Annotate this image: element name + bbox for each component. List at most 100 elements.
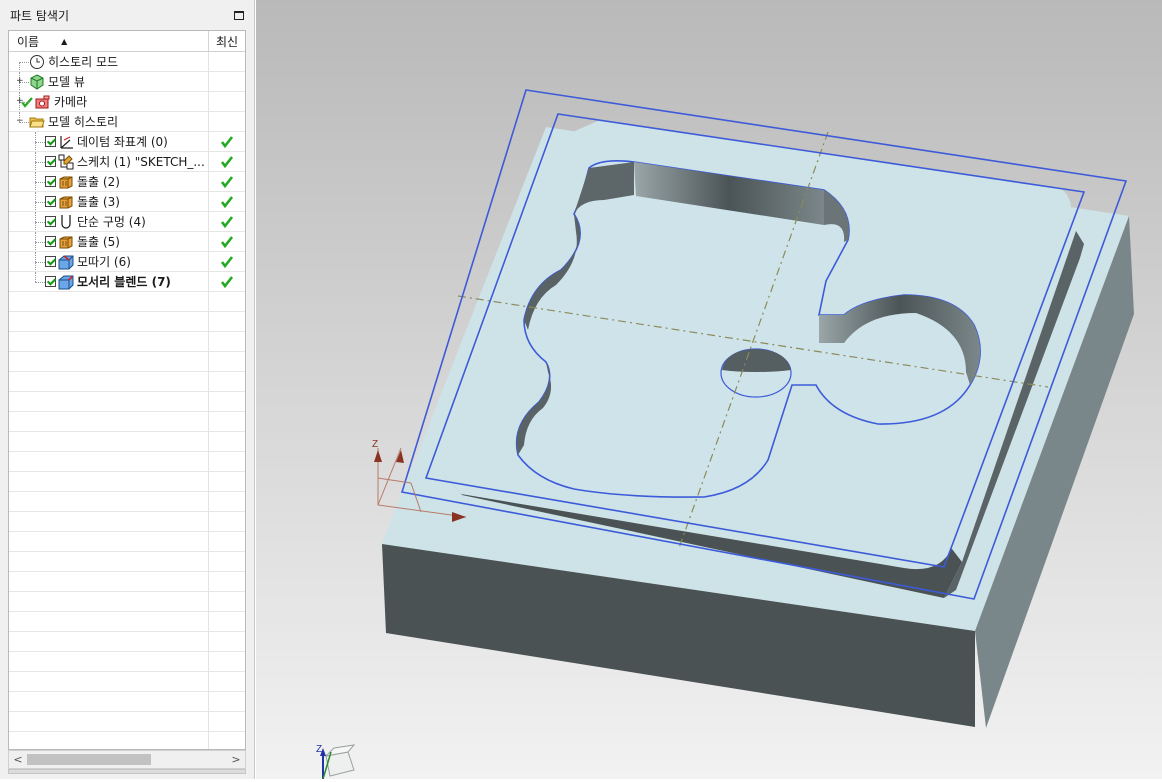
empty-row [9, 392, 245, 412]
tree-guide-line [35, 282, 45, 283]
tree-row-name-cell[interactable]: + 카메라 [9, 92, 209, 111]
empty-name-cell [9, 412, 209, 431]
tree-row[interactable]: 돌출 (5) [9, 232, 245, 252]
clock-icon [29, 54, 45, 70]
empty-latest-cell [209, 332, 245, 351]
tree-guide-line [35, 182, 45, 183]
folder-open-icon [29, 114, 45, 130]
feature-checkbox[interactable] [45, 216, 56, 227]
tree-row-name-cell[interactable]: 모서리 블렌드 (7) [9, 272, 209, 291]
expand-icon[interactable]: + [16, 97, 24, 106]
tree-row[interactable]: 모서리 블렌드 (7) [9, 272, 245, 292]
tree-row-name-cell[interactable]: 단순 구멍 (4) [9, 212, 209, 231]
empty-latest-cell [209, 352, 245, 371]
tree-row-name-cell[interactable]: 히스토리 모드 [9, 52, 209, 71]
empty-row [9, 292, 245, 312]
feature-checkbox[interactable] [45, 276, 56, 287]
tree-row-name-cell[interactable]: 돌출 (2) [9, 172, 209, 191]
tree-row-latest-cell [209, 72, 245, 91]
empty-name-cell [9, 332, 209, 351]
tree-row[interactable]: 단순 구멍 (4) [9, 212, 245, 232]
feature-checkbox[interactable] [45, 256, 56, 267]
up-to-date-check-icon [220, 195, 234, 209]
empty-name-cell [9, 472, 209, 491]
tree-row[interactable]: − 모델 히스토리 [9, 112, 245, 132]
empty-latest-cell [209, 632, 245, 651]
tree-row-name-cell[interactable]: 모따기 (6) [9, 252, 209, 271]
column-latest-header[interactable]: 최신 [209, 31, 245, 51]
navigator-tree[interactable]: 이름 ▲ 최신 히스토리 모드 + 모델 뷰 + 카메라 − 모델 히스토리 데이텀 좌표계 … [8, 30, 246, 750]
feature-checkbox[interactable] [45, 176, 56, 187]
tree-item-label: 모서리 블렌드 (7) [77, 275, 171, 289]
empty-latest-cell [209, 392, 245, 411]
empty-latest-cell [209, 712, 245, 731]
empty-name-cell [9, 612, 209, 631]
scrollbar-thumb[interactable] [27, 754, 151, 765]
navigator-bottom-strip [8, 769, 246, 774]
maximize-icon[interactable] [234, 10, 244, 20]
tree-row-latest-cell [209, 112, 245, 131]
collapse-icon[interactable]: − [16, 117, 24, 126]
feature-checkbox[interactable] [45, 136, 56, 147]
empty-row [9, 432, 245, 452]
empty-row [9, 492, 245, 512]
empty-row [9, 372, 245, 392]
tree-row-latest-cell [209, 92, 245, 111]
empty-row [9, 572, 245, 592]
feature-checkbox[interactable] [45, 156, 56, 167]
up-to-date-check-icon [220, 235, 234, 249]
empty-name-cell [9, 372, 209, 391]
empty-row [9, 512, 245, 532]
navigator-title: 파트 탐색기 [10, 8, 70, 23]
empty-row [9, 532, 245, 552]
empty-name-cell [9, 692, 209, 711]
tree-guide-line [35, 262, 45, 263]
tree-rows: 히스토리 모드 + 모델 뷰 + 카메라 − 모델 히스토리 데이텀 좌표계 (0) 스케치 (… [9, 52, 245, 749]
navigator-header: 파트 탐색기 [0, 0, 254, 30]
tree-row[interactable]: 스케치 (1) "SKETCH_... [9, 152, 245, 172]
tree-row-name-cell[interactable]: 데이텀 좌표계 (0) [9, 132, 209, 151]
graphics-viewport[interactable]: Z Z [256, 0, 1162, 780]
empty-latest-cell [209, 512, 245, 531]
tree-row-name-cell[interactable]: 돌출 (3) [9, 192, 209, 211]
camera-icon [35, 94, 51, 110]
model-view-svg[interactable]: Z Z [256, 0, 1162, 780]
tree-guide-line [35, 152, 36, 171]
empty-latest-cell [209, 472, 245, 491]
tree-guide-line [19, 62, 29, 63]
horizontal-scrollbar[interactable]: < > [8, 750, 246, 769]
tree-row-name-cell[interactable]: + 모델 뷰 [9, 72, 209, 91]
empty-name-cell [9, 672, 209, 691]
tree-row-name-cell[interactable]: − 모델 히스토리 [9, 112, 209, 131]
empty-name-cell [9, 312, 209, 331]
column-name-label: 이름 [17, 34, 40, 49]
empty-row [9, 472, 245, 492]
tree-row-name-cell[interactable]: 스케치 (1) "SKETCH_... [9, 152, 209, 171]
empty-name-cell [9, 652, 209, 671]
tree-guide-line [35, 132, 36, 151]
tree-row[interactable]: + 모델 뷰 [9, 72, 245, 92]
scroll-right-icon[interactable]: > [228, 752, 244, 767]
tree-row[interactable]: 돌출 (2) [9, 172, 245, 192]
empty-name-cell [9, 392, 209, 411]
tree-row-latest-cell [209, 192, 245, 211]
feature-checkbox[interactable] [45, 196, 56, 207]
extrude-icon [58, 194, 74, 210]
tree-row[interactable]: 모따기 (6) [9, 252, 245, 272]
up-to-date-check-icon [220, 155, 234, 169]
tree-row[interactable]: 데이텀 좌표계 (0) [9, 132, 245, 152]
column-name-header[interactable]: 이름 ▲ [9, 31, 209, 51]
empty-name-cell [9, 552, 209, 571]
feature-checkbox[interactable] [45, 236, 56, 247]
tree-row[interactable]: 히스토리 모드 [9, 52, 245, 72]
tree-row[interactable]: 돌출 (3) [9, 192, 245, 212]
tree-row-name-cell[interactable]: 돌출 (5) [9, 232, 209, 251]
empty-latest-cell [209, 372, 245, 391]
empty-row [9, 732, 245, 749]
triad-z-label: Z [316, 744, 322, 755]
expand-icon[interactable]: + [16, 77, 24, 86]
tree-row[interactable]: + 카메라 [9, 92, 245, 112]
scroll-left-icon[interactable]: < [10, 752, 26, 767]
tree-guide-line [35, 232, 36, 251]
tree-item-label: 모따기 (6) [77, 255, 131, 269]
